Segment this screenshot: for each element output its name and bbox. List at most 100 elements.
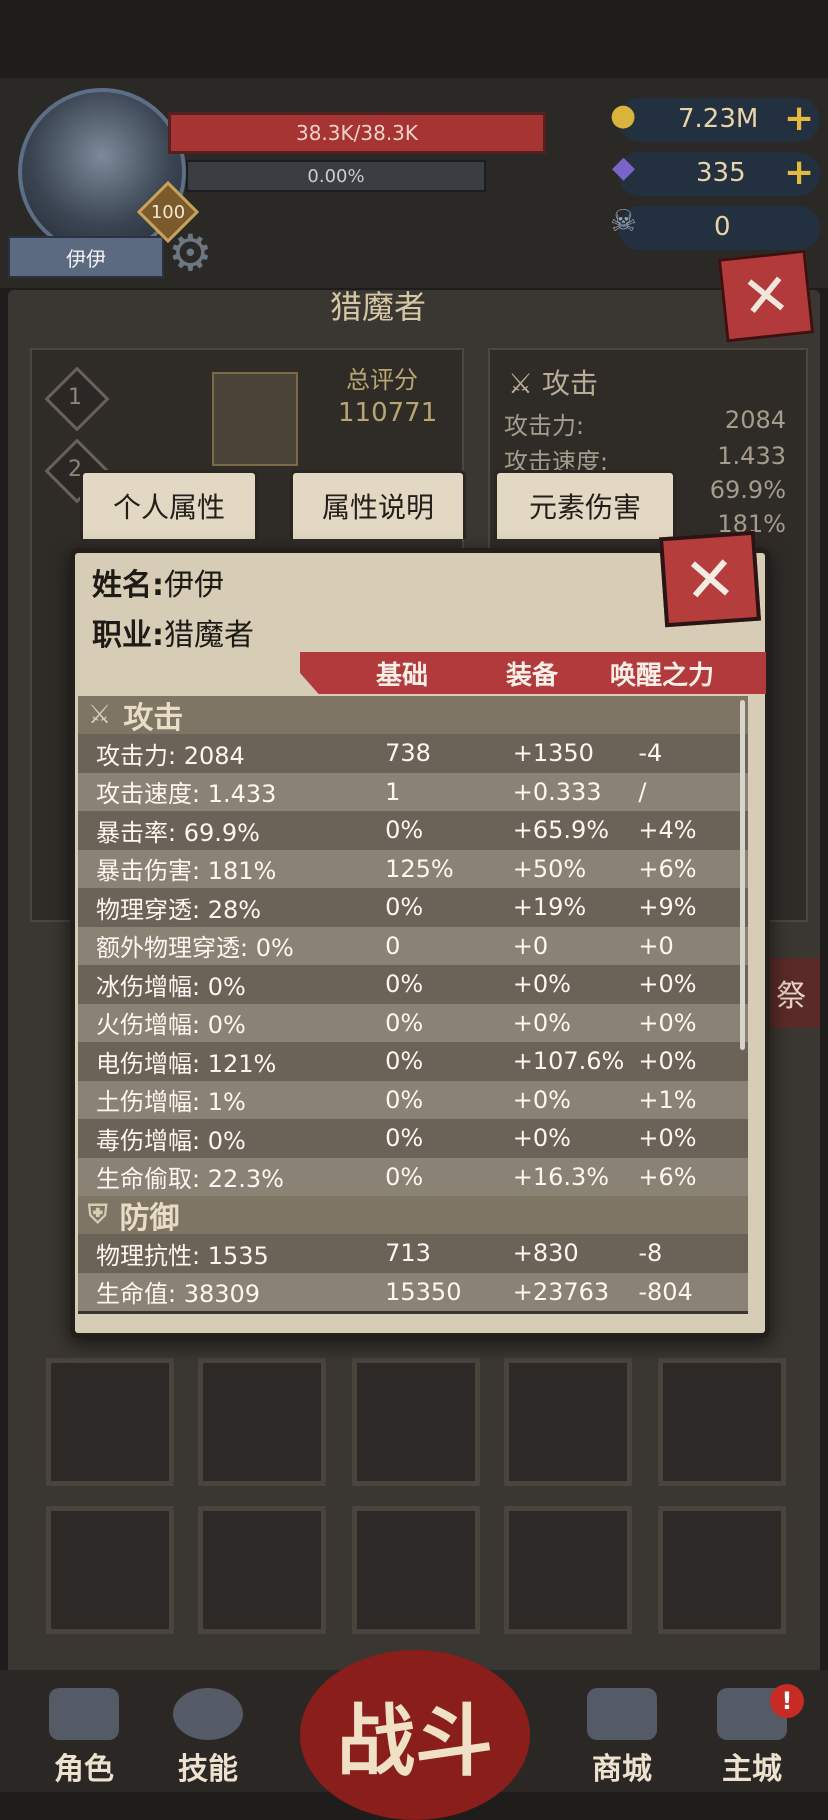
table-row: 生命偷取: 22.3% 0% +16.3% +6% [78, 1157, 748, 1196]
add-gem-button[interactable]: + [784, 152, 814, 193]
table-cell-equip: +830 [512, 1239, 579, 1268]
battle-button[interactable]: 战斗 [300, 1650, 530, 1820]
score-value: 110771 [338, 398, 438, 428]
inventory-slot[interactable] [504, 1506, 632, 1634]
table-cell-base: 15350 [385, 1277, 462, 1306]
table-cell-equip: +1350 [512, 739, 594, 768]
nav-skills[interactable]: 技能 [154, 1688, 262, 1788]
table-cell-base: 0% [385, 1008, 424, 1037]
gear-icon[interactable]: ⚙ [168, 228, 213, 278]
table-cell-label: 毒伤增幅: 0% [96, 1126, 246, 1155]
section-attack: ⚔ 攻击 [78, 696, 748, 736]
inventory-slot[interactable] [352, 1358, 480, 1486]
table-cell-base: 125% [385, 854, 454, 883]
table-cell-label: 土伤增幅: 1% [96, 1088, 246, 1117]
table-cell-base: 0% [385, 893, 424, 922]
hp-bar: 38.3K/38.3K [168, 112, 546, 154]
table-row: 土伤增幅: 1% 0% +0% +1% [78, 1080, 748, 1119]
purple-gem-icon: ◆ [612, 150, 636, 185]
attribute-table[interactable]: ⚔ 攻击 攻击力: 2084 738 +1350 -4 攻击速度: 1.433 1 +0.3… [78, 696, 748, 1314]
col-header-base: 基础 [376, 660, 429, 691]
crossed-swords-icon: ⚔ [88, 700, 112, 730]
inventory-slot[interactable] [198, 1506, 326, 1634]
nav-character[interactable]: 角色 [30, 1688, 138, 1788]
table-row: 毒伤增幅: 0% 0% +0% +0% [78, 1119, 748, 1158]
table-cell-awaken: +0% [638, 1008, 697, 1037]
horn-value: 0 [714, 212, 731, 242]
swirl-icon [173, 1688, 243, 1740]
table-cell-label: 额外物理穿透: 0% [96, 934, 294, 963]
table-cell-equip: +23763 [512, 1277, 610, 1306]
table-cell-awaken: -4 [638, 739, 663, 768]
gem-value: 335 [696, 158, 746, 188]
inventory-slot[interactable] [658, 1506, 786, 1634]
table-cell-base: 0% [385, 1124, 424, 1153]
close-screen-icon[interactable]: ✕ [717, 249, 815, 343]
table-cell-awaken: +9% [638, 893, 697, 922]
nav-shop[interactable]: 商城 [568, 1688, 676, 1788]
table-cell-label: 攻击力: 2084 [96, 741, 245, 770]
table-row: 攻击速度: 1.433 1 +0.333 / [78, 772, 748, 811]
inventory-slot[interactable] [46, 1506, 174, 1634]
table-row: 攻击力: 2084 738 +1350 -4 [78, 734, 748, 773]
table-cell-equip: +65.9% [512, 816, 610, 845]
inventory-slot[interactable] [198, 1358, 326, 1486]
table-scrollbar[interactable] [740, 700, 745, 1050]
add-gold-button[interactable]: + [784, 98, 814, 139]
attack-summary-title: ⚔ 攻击 [508, 367, 599, 400]
table-cell-awaken: -804 [638, 1277, 693, 1306]
table-cell-label: 生命偷取: 22.3% [96, 1165, 284, 1194]
table-cell-base: 1 [385, 777, 401, 806]
table-cell-awaken: +0 [638, 931, 674, 960]
inventory-slot[interactable] [46, 1358, 174, 1486]
helmet-icon [49, 1688, 119, 1740]
table-cell-awaken: +1% [638, 1085, 697, 1114]
col-header-awaken: 唤醒之力 [610, 660, 715, 691]
table-cell-base: 0% [385, 1047, 424, 1076]
table-cell-label: 生命值: 38309 [96, 1280, 261, 1309]
table-cell-awaken: +6% [638, 854, 697, 883]
tab-stat-description[interactable]: 属性说明 [290, 470, 466, 539]
table-cell-equip: +0% [512, 1124, 571, 1153]
equipment-icon[interactable] [212, 372, 298, 466]
tab-element-damage[interactable]: 元素伤害 [494, 470, 676, 539]
tab-personal-stats[interactable]: 个人属性 [80, 470, 258, 539]
table-row: 额外物理穿透: 0% 0 +0 +0 [78, 926, 748, 965]
table-cell-awaken: -8 [638, 1239, 663, 1268]
table-cell-awaken: +0% [638, 1047, 697, 1076]
table-cell-base: 0% [385, 1085, 424, 1114]
table-cell-equip: +16.3% [512, 1162, 610, 1191]
table-cell-awaken: +6% [638, 1162, 697, 1191]
name-line: 姓名:伊伊 [92, 568, 224, 603]
table-cell-equip: +19% [512, 893, 587, 922]
notification-badge: ! [770, 1684, 804, 1718]
table-cell-equip: +107.6% [512, 1047, 625, 1076]
inventory-slot[interactable] [352, 1506, 480, 1634]
inventory-slot[interactable] [658, 1358, 786, 1486]
table-row: 暴击率: 69.9% 0% +65.9% +4% [78, 811, 748, 850]
close-icon[interactable]: ✕ [658, 530, 762, 628]
table-cell-awaken: / [638, 777, 647, 806]
exp-bar: 0.00% [186, 160, 486, 192]
col-header-equip: 装备 [506, 660, 559, 691]
player-name-tag: 伊伊 [8, 236, 164, 278]
table-cell-label: 物理穿透: 28% [96, 895, 262, 924]
table-cell-label: 暴击伤害: 181% [96, 857, 277, 886]
table-row: 生命值: 38309 15350 +23763 -804 [78, 1272, 748, 1311]
table-row: 物理抗性: 1535 713 +830 -8 [78, 1234, 748, 1273]
class-title: 猎魔者 [330, 288, 427, 326]
table-cell-equip: +0% [512, 970, 571, 999]
side-button[interactable]: 祭 [762, 958, 820, 1028]
table-cell-label: 冰伤增幅: 0% [96, 972, 246, 1001]
table-row: 冰伤增幅: 0% 0% +0% +0% [78, 965, 748, 1004]
table-cell-base: 713 [385, 1239, 431, 1268]
table-cell-awaken: +0% [638, 970, 697, 999]
shop-tent-icon [587, 1688, 657, 1740]
table-cell-label: 物理抗性: 1535 [96, 1241, 269, 1270]
inventory-slot[interactable] [504, 1358, 632, 1486]
horn-skull-icon: ☠ [610, 204, 637, 239]
table-row: 电伤增幅: 121% 0% +107.6% +0% [78, 1042, 748, 1081]
table-cell-base: 0% [385, 816, 424, 845]
table-cell-base: 738 [385, 739, 431, 768]
table-cell-base: 0 [385, 931, 401, 960]
